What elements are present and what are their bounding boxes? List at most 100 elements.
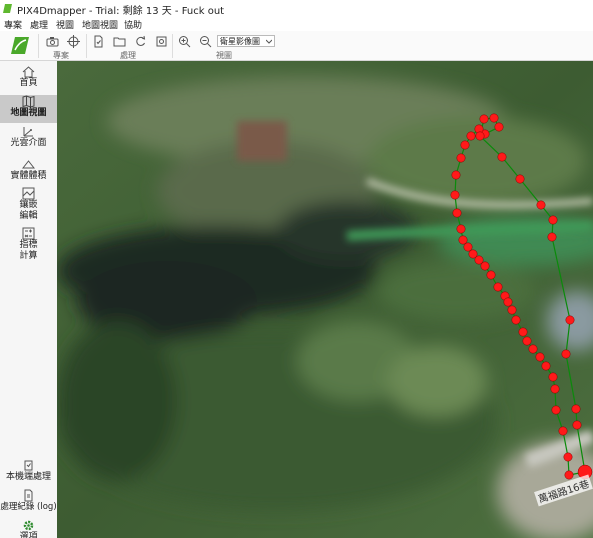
waypoint-marker[interactable]	[558, 426, 568, 436]
basemap-select-value: 衛星影像圖	[220, 37, 260, 46]
sidebar-item-label: 實體體積	[10, 171, 47, 181]
open-folder-button[interactable]	[112, 34, 127, 49]
pix4d-logo-icon[interactable]	[9, 35, 31, 56]
waypoint-marker[interactable]	[535, 352, 545, 362]
waypoint-marker[interactable]	[456, 224, 466, 234]
sidebar-item-label: 選項	[19, 532, 38, 538]
menu-map-view[interactable]: 地圖視圖	[82, 18, 118, 31]
sidebar-item-volume[interactable]: 實體體積	[0, 158, 57, 188]
waypoint-marker[interactable]	[551, 405, 561, 415]
waypoint-marker[interactable]	[480, 261, 490, 271]
processing-options-button[interactable]	[154, 34, 169, 49]
waypoint-marker[interactable]	[486, 270, 496, 280]
waypoint-marker[interactable]	[466, 131, 476, 141]
gear-icon	[23, 520, 34, 531]
sidebar-item-point-cloud[interactable]: 光雲介面	[0, 125, 57, 155]
waypoint-marker[interactable]	[565, 315, 575, 325]
zoom-in-icon	[179, 36, 191, 48]
chevron-down-icon	[266, 39, 272, 44]
sidebar-item-mosaic-editor[interactable]: 鑲嵌 編輯	[0, 187, 57, 225]
waypoint-marker[interactable]	[550, 384, 560, 394]
waypoint-marker[interactable]	[571, 404, 581, 414]
file-icon	[94, 35, 103, 48]
sidebar-item-label: 首頁	[19, 78, 38, 88]
waypoint-marker[interactable]	[536, 200, 546, 210]
sidebar-item-local-processing[interactable]: 本機端處理	[0, 459, 57, 489]
waypoint-marker[interactable]	[564, 470, 574, 480]
waypoint-marker[interactable]	[479, 114, 489, 124]
toolbar-separator	[38, 34, 39, 58]
waypoint-marker[interactable]	[518, 327, 528, 337]
waypoint-marker[interactable]	[503, 297, 513, 307]
zoom-out-button[interactable]	[198, 34, 213, 49]
menu-process[interactable]: 處理	[30, 18, 48, 31]
sidebar-item-label: 地圖視圖	[10, 108, 47, 118]
menu-bar: 專案 處理 視圖 地圖視圖 協助	[0, 17, 593, 31]
sidebar-item-label: 處理紀錄 (log)	[0, 502, 57, 512]
open-project-button[interactable]	[45, 34, 60, 49]
camera-icon	[46, 37, 59, 47]
waypoint-marker[interactable]	[548, 372, 558, 382]
log-icon	[24, 489, 33, 502]
waypoint-marker[interactable]	[548, 215, 558, 225]
mosaic-icon	[22, 187, 35, 200]
sidebar-item-log[interactable]: 處理紀錄 (log)	[0, 489, 57, 517]
waypoint-marker[interactable]	[561, 349, 571, 359]
sidebar-item-map-view[interactable]: 地圖視圖	[0, 95, 57, 123]
waypoint-marker[interactable]	[528, 344, 538, 354]
basemap-select[interactable]: 衛星影像圖	[217, 35, 275, 47]
toolbar-group-label-view: 視圖	[216, 51, 232, 60]
window-title: PIX4Dmapper - Trial: 剩餘 13 天 - Fuck out	[17, 6, 225, 17]
flight-path-layer	[450, 113, 593, 480]
waypoint-marker[interactable]	[475, 131, 485, 141]
zoom-in-button[interactable]	[177, 34, 192, 49]
sidebar-item-home[interactable]: 首頁	[0, 65, 57, 95]
toolbar-separator	[86, 34, 87, 58]
waypoint-marker[interactable]	[460, 140, 470, 150]
sidebar-item-label: 本機端處理	[5, 472, 51, 482]
toolbar-group-label-project: 專案	[53, 51, 69, 60]
sidebar-item-options[interactable]: 選項	[0, 519, 57, 538]
reprocess-button[interactable]	[133, 34, 148, 49]
waypoint-marker[interactable]	[463, 242, 473, 252]
settings-file-icon	[156, 36, 167, 47]
sidebar-item-label: 鑲嵌 編輯	[19, 200, 38, 221]
sidebar-item-label: 光雲介面	[10, 138, 47, 148]
waypoint-marker[interactable]	[511, 315, 521, 325]
waypoint-marker[interactable]	[515, 174, 525, 184]
menu-project[interactable]: 專案	[4, 18, 22, 31]
waypoint-marker[interactable]	[572, 420, 582, 430]
menu-help[interactable]: 協助	[124, 18, 142, 31]
gcp-manager-button[interactable]	[66, 34, 81, 49]
waypoint-marker[interactable]	[489, 113, 499, 123]
index-calculator-icon	[22, 227, 35, 240]
map-icon	[22, 95, 35, 108]
sidebar-item-label: 指標 計算	[19, 240, 38, 261]
refresh-icon	[136, 35, 146, 46]
waypoint-marker[interactable]	[493, 282, 503, 292]
waypoint-marker[interactable]	[458, 235, 468, 245]
map-view[interactable]: 萬福路16巷	[57, 61, 593, 538]
waypoint-marker[interactable]	[497, 152, 507, 162]
point-cloud-icon	[23, 127, 33, 137]
waypoint-marker[interactable]	[522, 336, 532, 346]
waypoint-marker[interactable]	[507, 305, 517, 315]
new-file-button[interactable]	[91, 34, 106, 49]
toolbar: 專案 處理 衛星影像圖 視圖	[0, 31, 593, 61]
volume-icon	[22, 160, 35, 169]
sidebar: 首頁 地圖視圖 光雲介面 實體體積 鑲嵌 編輯 指標 計算 本機端處理 處理紀錄…	[0, 61, 58, 538]
menu-view[interactable]: 視圖	[56, 18, 74, 31]
waypoint-marker[interactable]	[547, 232, 557, 242]
waypoint-marker[interactable]	[563, 452, 573, 462]
waypoint-marker[interactable]	[494, 122, 504, 132]
crosshair-icon	[67, 35, 80, 48]
sidebar-item-index-calculator[interactable]: 指標 計算	[0, 227, 57, 265]
toolbar-separator	[172, 34, 173, 58]
waypoint-marker[interactable]	[541, 361, 551, 371]
waypoint-marker[interactable]	[452, 208, 462, 218]
waypoint-marker[interactable]	[451, 170, 461, 180]
waypoint-marker[interactable]	[456, 153, 466, 163]
title-bar: PIX4Dmapper - Trial: 剩餘 13 天 - Fuck out	[0, 0, 593, 18]
app-logo-icon	[3, 4, 12, 13]
waypoint-marker[interactable]	[450, 190, 460, 200]
